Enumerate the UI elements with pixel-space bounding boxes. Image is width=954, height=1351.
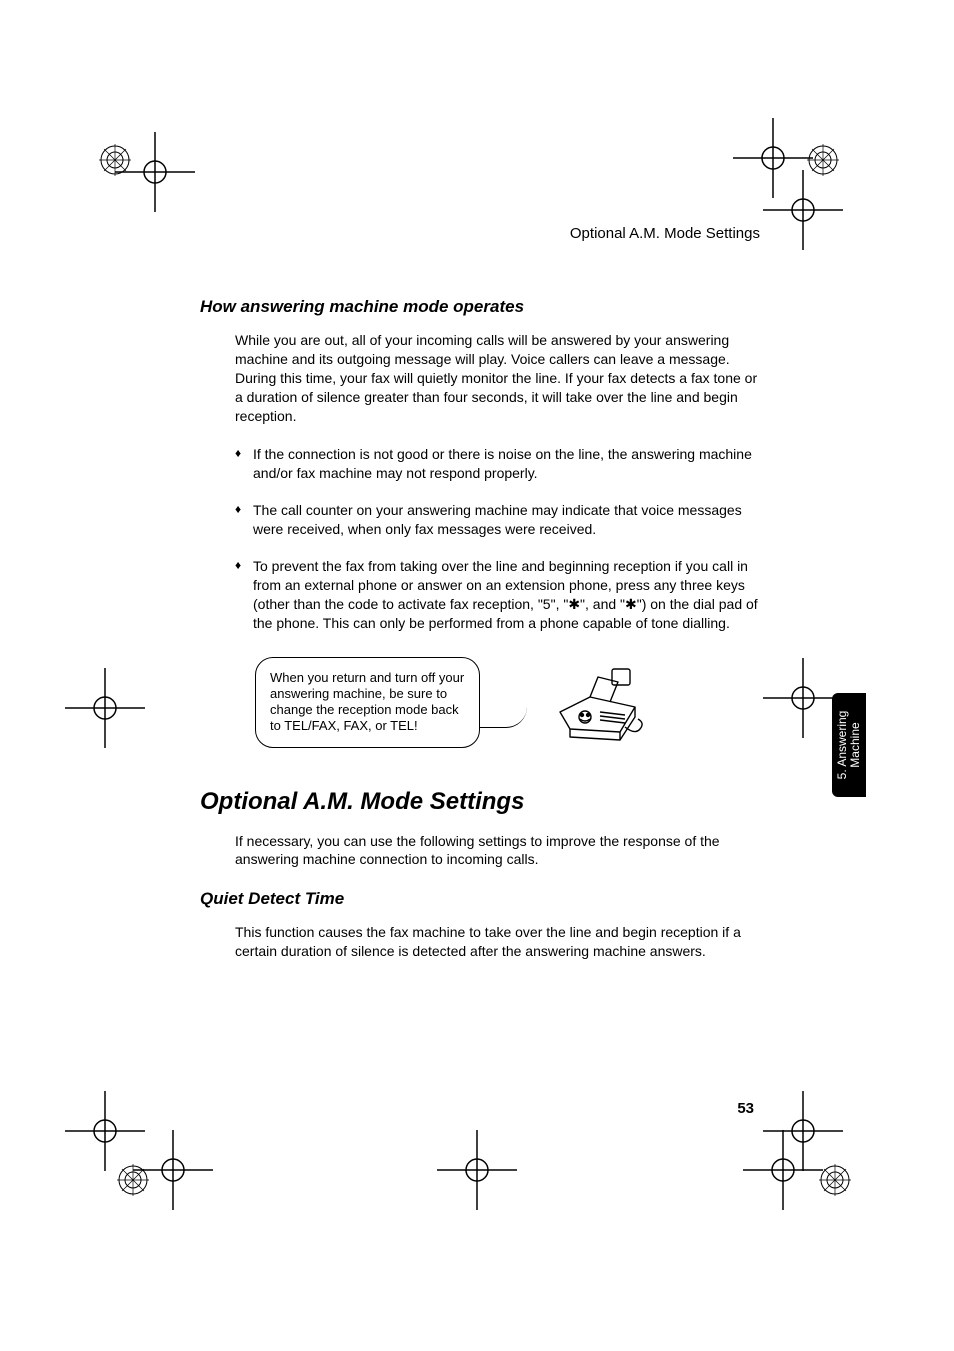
speech-bubble: When you return and turn off your answer…	[255, 657, 480, 748]
note-row: When you return and turn off your answer…	[255, 657, 760, 748]
list-item: To prevent the fax from taking over the …	[235, 557, 760, 633]
running-header: Optional A.M. Mode Settings	[200, 225, 760, 242]
subheading-quiet-detect: Quiet Detect Time	[200, 889, 760, 909]
list-item: If the connection is not good or there i…	[235, 445, 760, 483]
page-number: 53	[737, 1100, 754, 1117]
page-content: Optional A.M. Mode Settings How answerin…	[200, 225, 760, 981]
section-heading-optional-settings: Optional A.M. Mode Settings	[200, 788, 760, 816]
chapter-tab-label: 5. AnsweringMachine	[836, 711, 862, 780]
section-heading-how-operates: How answering machine mode operates	[200, 297, 760, 317]
list-item: The call counter on your answering machi…	[235, 501, 760, 539]
quiet-detect-paragraph: This function causes the fax machine to …	[235, 923, 760, 961]
bullet-list: If the connection is not good or there i…	[235, 445, 760, 632]
intro-paragraph: While you are out, all of your incoming …	[235, 331, 760, 425]
chapter-tab: 5. AnsweringMachine	[832, 693, 866, 797]
section2-intro: If necessary, you can use the following …	[235, 832, 760, 870]
fax-machine-icon	[540, 657, 660, 747]
